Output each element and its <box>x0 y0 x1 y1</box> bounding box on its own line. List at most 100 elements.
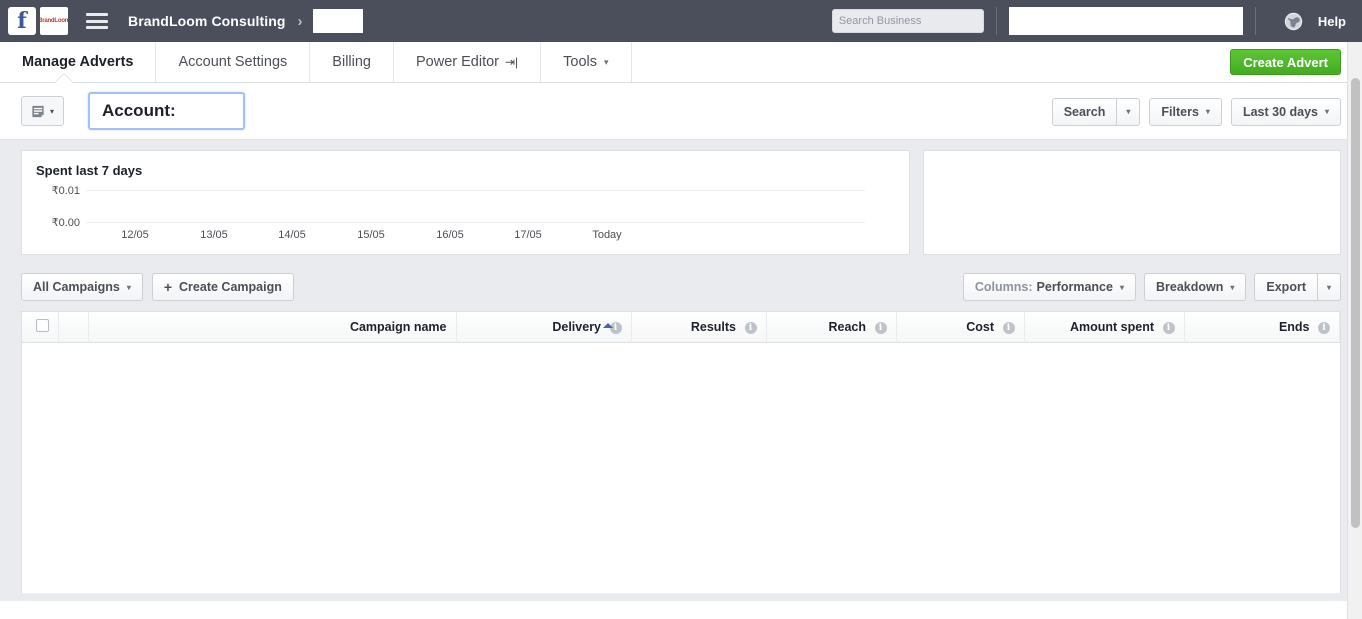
filters-button[interactable]: Filters ▾ <box>1149 97 1222 126</box>
info-icon[interactable]: i <box>1318 321 1330 334</box>
chart-xtick-label: 13/05 <box>200 229 228 241</box>
tab-billing[interactable]: Billing <box>310 42 394 82</box>
info-icon[interactable]: i <box>874 321 887 334</box>
column-label: Results <box>690 319 737 334</box>
breadcrumb-blank-field[interactable] <box>312 9 363 33</box>
hamburger-bar <box>86 19 108 23</box>
export-dropdown-button[interactable]: ▾ <box>1317 273 1341 301</box>
column-header-amount-spent[interactable]: Amount spent i <box>1024 312 1185 343</box>
nav-bar: Manage Adverts Account Settings Billing … <box>0 42 1362 83</box>
table-header-row: Campaign name Delivery i Results i Reach… <box>22 312 1340 343</box>
column-label: Amount spent <box>1069 319 1155 334</box>
search-business-box[interactable] <box>831 9 984 33</box>
all-campaigns-button[interactable]: All Campaigns ▾ <box>21 273 143 301</box>
hamburger-bar <box>86 26 108 29</box>
tab-power-editor[interactable]: Power Editor ⇥| <box>394 42 542 82</box>
column-header-campaign-name[interactable]: Campaign name <box>88 312 457 343</box>
account-list-icon <box>32 105 44 117</box>
business-logo[interactable]: BrandLoom <box>40 7 68 35</box>
tab-tools[interactable]: Tools ▾ <box>541 42 632 82</box>
account-field[interactable]: Account: <box>88 92 245 130</box>
create-campaign-button[interactable]: + Create Campaign <box>151 273 294 301</box>
chevron-down-icon: ▾ <box>1119 282 1124 292</box>
columns-button[interactable]: Columns: Performance ▾ <box>962 273 1136 301</box>
date-range-button[interactable]: Last 30 days ▾ <box>1230 97 1341 126</box>
topbar-blank-field[interactable] <box>1008 7 1243 35</box>
campaign-toolbar-right: Columns: Performance ▾ Breakdown ▾ Expor… <box>962 273 1341 301</box>
search-business-input[interactable] <box>832 15 983 27</box>
facebook-logo-icon[interactable]: f <box>8 7 36 35</box>
breakdown-button[interactable]: Breakdown ▾ <box>1143 273 1247 301</box>
chevron-down-icon: ▾ <box>1230 282 1235 292</box>
page-scrollbar[interactable] <box>1347 42 1362 619</box>
info-icon[interactable]: i <box>1162 321 1175 334</box>
account-picker-button[interactable]: ▾ <box>21 96 64 126</box>
summary-panels: Spent last 7 days ₹0.01 ₹0.00 12/05 13/0… <box>21 150 1341 255</box>
breakdown-label: Breakdown <box>1155 280 1224 294</box>
create-advert-button[interactable]: Create Advert <box>1230 49 1341 75</box>
campaigns-table-element: Campaign name Delivery i Results i Reach… <box>22 312 1340 343</box>
column-label: Campaign name <box>349 319 447 334</box>
chevron-down-icon: ▾ <box>604 56 609 67</box>
page-scrollbar-thumb[interactable] <box>1351 78 1360 528</box>
hamburger-bar <box>86 13 108 16</box>
info-icon[interactable]: i <box>1002 321 1015 334</box>
column-label: Ends <box>1278 319 1310 334</box>
chevron-down-icon: ▾ <box>1126 107 1131 116</box>
plus-icon: + <box>163 279 173 295</box>
hamburger-icon[interactable] <box>86 13 108 29</box>
spend-chart-card: Spent last 7 days ₹0.01 ₹0.00 12/05 13/0… <box>21 150 910 255</box>
info-icon[interactable]: i <box>744 321 757 334</box>
chevron-down-icon: ▾ <box>1205 107 1210 116</box>
account-bar: ▾ Account: Search ▾ Filters ▾ Last 30 da… <box>0 83 1362 140</box>
column-header-reach[interactable]: Reach i <box>766 312 897 343</box>
tab-account-settings[interactable]: Account Settings <box>156 42 311 82</box>
sort-ascending-icon <box>602 323 613 328</box>
chevron-down-icon: ▾ <box>49 106 54 116</box>
all-campaigns-label: All Campaigns <box>33 280 120 294</box>
summary-side-panel <box>922 150 1341 255</box>
chart-xtick-label: 14/05 <box>278 229 306 241</box>
tab-label: Tools <box>563 54 598 70</box>
export-button[interactable]: Export <box>1254 273 1318 301</box>
columns-value: Performance <box>1036 280 1113 294</box>
nav-items: Manage Adverts Account Settings Billing … <box>0 42 632 83</box>
business-logo-text: BrandLoom <box>40 18 68 24</box>
campaigns-table: Campaign name Delivery i Results i Reach… <box>21 311 1341 593</box>
column-label: Cost <box>966 319 995 334</box>
chart-xtick-label: 12/05 <box>121 229 149 241</box>
chevron-down-icon: ▾ <box>1324 107 1329 116</box>
chart-xtick-label: Today <box>592 229 622 241</box>
topbar-divider <box>1254 7 1256 35</box>
tab-label: Power Editor <box>415 54 499 70</box>
breadcrumb-separator: › <box>297 12 303 30</box>
chart-xtick-label: 15/05 <box>357 229 385 241</box>
tab-manage-adverts[interactable]: Manage Adverts <box>0 42 157 83</box>
search-dropdown-button[interactable]: ▾ <box>1117 97 1141 126</box>
help-link[interactable]: Help <box>1318 14 1346 29</box>
account-field-label: Account: <box>102 101 176 120</box>
column-label: Delivery <box>552 319 602 334</box>
columns-prefix: Columns: <box>974 280 1033 294</box>
column-header-delivery[interactable]: Delivery i <box>456 312 632 343</box>
select-all-header[interactable] <box>22 312 59 343</box>
search-button[interactable]: Search <box>1051 97 1118 126</box>
globe-icon[interactable] <box>1284 11 1304 31</box>
campaign-toolbar: All Campaigns ▾ + Create Campaign Column… <box>21 273 1341 301</box>
page-root: f BrandLoom BrandLoom Consulting › Searc… <box>0 0 1362 619</box>
chart-title: Spent last 7 days <box>36 163 143 178</box>
column-header-results[interactable]: Results i <box>631 312 767 343</box>
table-body <box>22 342 1340 593</box>
chart-gridline <box>86 222 865 223</box>
business-name[interactable]: BrandLoom Consulting <box>128 13 286 29</box>
select-all-checkbox[interactable] <box>35 318 49 332</box>
chart-xtick-label: 16/05 <box>436 229 464 241</box>
chart-ytick-label: ₹0.01 <box>51 185 80 197</box>
external-link-icon: ⇥| <box>505 55 519 69</box>
column-label: Reach <box>828 319 867 334</box>
filters-label: Filters <box>1161 104 1199 119</box>
column-header-cost[interactable]: Cost i <box>896 312 1025 343</box>
chart-xtick-label: 17/05 <box>514 229 542 241</box>
date-range-label: Last 30 days <box>1242 104 1318 119</box>
column-header-ends[interactable]: Ends i <box>1184 312 1340 343</box>
